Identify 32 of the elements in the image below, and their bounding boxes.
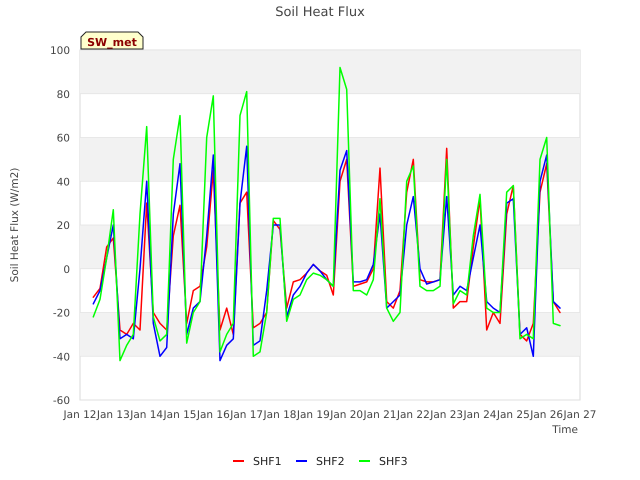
- x-tick-label: Jan 16: [196, 409, 230, 421]
- x-tick-label: Jan 13: [96, 409, 130, 421]
- legend-label: SHF3: [379, 455, 408, 468]
- y-tick-label: 20: [56, 220, 70, 232]
- y-tick-label: 40: [56, 176, 70, 188]
- y-axis-label: Soil Heat Flux (W/m2): [9, 168, 21, 282]
- x-tick-label: Jan 26: [530, 409, 564, 421]
- x-tick-label: Jan 19: [296, 409, 330, 421]
- badge: SW_met: [80, 32, 144, 50]
- y-tick-label: 80: [56, 88, 70, 101]
- x-tick-label: Jan 21: [364, 409, 396, 421]
- y-tick-label: 0: [63, 264, 70, 276]
- x-tick-label: Jan 15: [164, 409, 196, 421]
- y-tick-label: 100: [50, 45, 70, 57]
- x-tick-label: Jan 22: [396, 409, 430, 421]
- x-tick-label: Jan 17: [230, 409, 264, 421]
- x-axis-label: Time: [552, 424, 578, 436]
- x-tick-label: Jan 23: [430, 409, 464, 421]
- x-tick-label: Jan 24: [464, 409, 496, 421]
- legend-label: SHF1: [253, 455, 282, 468]
- x-tick-label: Jan 18: [264, 409, 296, 421]
- x-tick-label: Jan 25: [496, 409, 530, 421]
- y-tick-label: -60: [52, 395, 70, 407]
- x-tick-label: Jan 20: [330, 409, 364, 421]
- legend-label: SHF2: [316, 455, 345, 468]
- y-tick-label: -20: [52, 308, 70, 320]
- x-tick-label: Jan 14: [130, 409, 164, 421]
- y-tick-label: 60: [56, 132, 70, 144]
- x-tick-label: Jan 12: [64, 409, 96, 421]
- chart-title: Soil Heat Flux: [275, 5, 365, 20]
- x-tick-label: Jan 27: [564, 409, 596, 421]
- y-tick-label: -40: [52, 351, 70, 364]
